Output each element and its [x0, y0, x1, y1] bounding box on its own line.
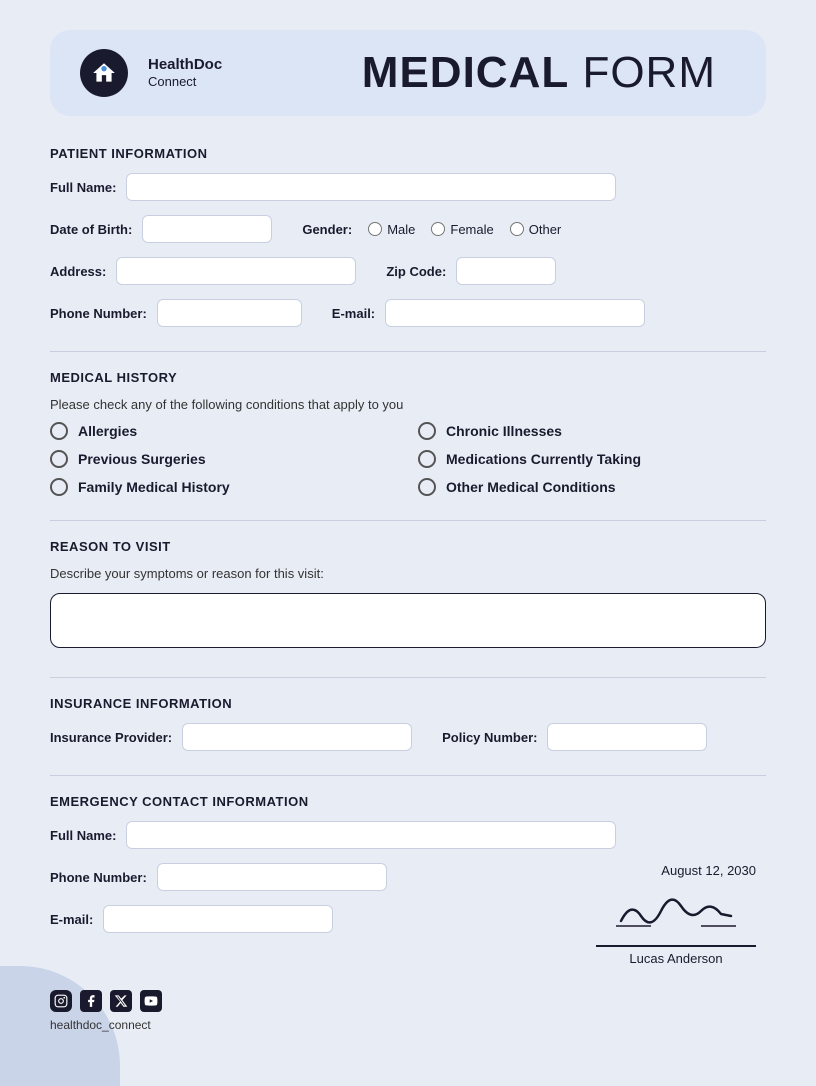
full-name-row: Full Name:	[50, 173, 766, 201]
dob-gender-row: Date of Birth: Gender: Male Female Other	[50, 215, 766, 243]
brand-name: HealthDoc	[148, 56, 222, 74]
header-bar: HealthDoc Connect MEDICAL FORM	[50, 30, 766, 116]
date-text: August 12, 2030	[596, 863, 756, 878]
dob-input[interactable]	[142, 215, 272, 243]
reason-visit-section: REASON TO VISIT Describe your symptoms o…	[50, 539, 766, 653]
emerg-email-row: E-mail:	[50, 905, 387, 933]
gender-group: Male Female Other	[368, 222, 561, 237]
condition-surgeries: Previous Surgeries	[50, 450, 398, 468]
facebook-icon[interactable]	[80, 990, 102, 1012]
condition-chronic: Chronic Illnesses	[418, 422, 766, 440]
youtube-icon[interactable]	[140, 990, 162, 1012]
logo-icon	[80, 49, 128, 97]
footer: healthdoc_connect	[50, 990, 766, 1034]
gender-female-radio[interactable]	[431, 222, 445, 236]
address-row: Address: Zip Code:	[50, 257, 766, 285]
policy-label: Policy Number:	[442, 730, 537, 745]
emergency-section: EMERGENCY CONTACT INFORMATION Full Name:…	[50, 794, 766, 966]
emergency-title: EMERGENCY CONTACT INFORMATION	[50, 794, 766, 809]
page-title: MEDICAL FORM	[362, 48, 716, 98]
checkbox-family[interactable]	[50, 478, 68, 496]
insurance-row: Insurance Provider: Policy Number:	[50, 723, 766, 751]
dob-label: Date of Birth:	[50, 222, 132, 237]
gender-label: Gender:	[302, 222, 352, 237]
instagram-icon[interactable]	[50, 990, 72, 1012]
zip-label: Zip Code:	[386, 264, 446, 279]
condition-other: Other Medical Conditions	[418, 478, 766, 496]
title-light: FORM	[569, 48, 716, 97]
brand-text: HealthDoc Connect	[148, 56, 222, 90]
medical-history-section: MEDICAL HISTORY Please check any of the …	[50, 370, 766, 496]
gender-female-label: Female	[450, 222, 493, 237]
zip-input[interactable]	[456, 257, 556, 285]
gender-female[interactable]: Female	[431, 222, 493, 237]
checkbox-medications[interactable]	[418, 450, 436, 468]
condition-allergies: Allergies	[50, 422, 398, 440]
emerg-email-label: E-mail:	[50, 912, 93, 927]
checkbox-allergies[interactable]	[50, 422, 68, 440]
email-input[interactable]	[385, 299, 645, 327]
medical-history-desc: Please check any of the following condit…	[50, 397, 766, 412]
condition-family: Family Medical History	[50, 478, 398, 496]
address-input[interactable]	[116, 257, 356, 285]
condition-chronic-label: Chronic Illnesses	[446, 423, 562, 439]
divider-1	[50, 351, 766, 352]
divider-3	[50, 677, 766, 678]
condition-medications: Medications Currently Taking	[418, 450, 766, 468]
emerg-email-input[interactable]	[103, 905, 333, 933]
gender-other[interactable]: Other	[510, 222, 562, 237]
emerg-phone-input[interactable]	[157, 863, 387, 891]
address-label: Address:	[50, 264, 106, 279]
emerg-name-input[interactable]	[126, 821, 616, 849]
emerg-phone-row: Phone Number:	[50, 863, 387, 891]
insurance-provider-label: Insurance Provider:	[50, 730, 172, 745]
signature-block: August 12, 2030 Lucas Anderson	[596, 863, 756, 966]
social-handle: healthdoc_connect	[50, 1018, 151, 1032]
brand-sub: Connect	[148, 74, 222, 90]
phone-email-row: Phone Number: E-mail:	[50, 299, 766, 327]
full-name-input[interactable]	[126, 173, 616, 201]
condition-allergies-label: Allergies	[78, 423, 137, 439]
checkbox-surgeries[interactable]	[50, 450, 68, 468]
condition-medications-label: Medications Currently Taking	[446, 451, 641, 467]
reason-visit-textarea[interactable]	[50, 593, 766, 648]
gender-male[interactable]: Male	[368, 222, 415, 237]
condition-other-label: Other Medical Conditions	[446, 479, 616, 495]
emerg-phone-label: Phone Number:	[50, 870, 147, 885]
sig-line	[596, 945, 756, 947]
conditions-grid: Allergies Chronic Illnesses Previous Sur…	[50, 422, 766, 496]
insurance-provider-input[interactable]	[182, 723, 412, 751]
patient-info-title: PATIENT INFORMATION	[50, 146, 766, 161]
sig-name: Lucas Anderson	[596, 951, 756, 966]
phone-label: Phone Number:	[50, 306, 147, 321]
title-bold: MEDICAL	[362, 48, 569, 97]
checkbox-chronic[interactable]	[418, 422, 436, 440]
emerg-name-row: Full Name:	[50, 821, 766, 849]
gender-other-label: Other	[529, 222, 562, 237]
condition-family-label: Family Medical History	[78, 479, 230, 495]
policy-input[interactable]	[547, 723, 707, 751]
medical-history-title: MEDICAL HISTORY	[50, 370, 766, 385]
email-label: E-mail:	[332, 306, 375, 321]
social-icons	[50, 990, 766, 1012]
emerg-name-label: Full Name:	[50, 828, 116, 843]
gender-male-radio[interactable]	[368, 222, 382, 236]
house-icon	[91, 60, 117, 86]
insurance-title: INSURANCE INFORMATION	[50, 696, 766, 711]
x-icon[interactable]	[110, 990, 132, 1012]
phone-input[interactable]	[157, 299, 302, 327]
reason-visit-desc: Describe your symptoms or reason for thi…	[50, 566, 766, 581]
gender-other-radio[interactable]	[510, 222, 524, 236]
checkbox-other[interactable]	[418, 478, 436, 496]
insurance-section: INSURANCE INFORMATION Insurance Provider…	[50, 696, 766, 751]
gender-male-label: Male	[387, 222, 415, 237]
divider-4	[50, 775, 766, 776]
patient-info-section: PATIENT INFORMATION Full Name: Date of B…	[50, 146, 766, 327]
condition-surgeries-label: Previous Surgeries	[78, 451, 206, 467]
signature-svg	[611, 886, 741, 936]
full-name-label: Full Name:	[50, 180, 116, 195]
divider-2	[50, 520, 766, 521]
reason-visit-title: REASON TO VISIT	[50, 539, 766, 554]
